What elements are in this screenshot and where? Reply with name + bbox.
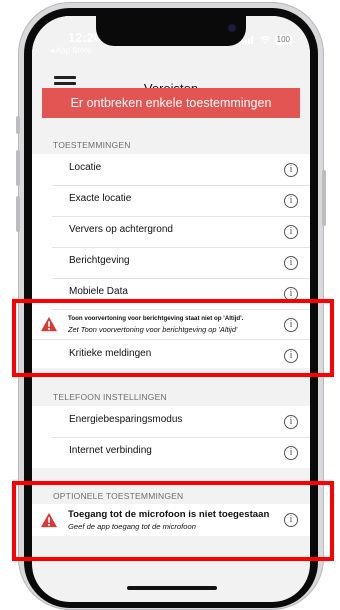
row-label: Exacte locatie bbox=[69, 193, 132, 204]
signal-icon bbox=[241, 36, 256, 44]
row-label: Internet verbinding bbox=[69, 445, 152, 456]
warning-subtitle: Zet Toon voorvertoning voor berichtgevin… bbox=[68, 325, 238, 334]
power-button bbox=[322, 170, 326, 226]
volume-down-button bbox=[16, 196, 20, 232]
back-to-app-link[interactable]: ◂ App Store bbox=[50, 46, 91, 55]
info-icon[interactable]: i bbox=[284, 225, 298, 239]
info-icon[interactable]: i bbox=[284, 513, 298, 527]
wifi-icon bbox=[260, 36, 271, 44]
missing-permissions-banner: Er ontbreken enkele toestemmingen bbox=[42, 88, 300, 118]
section-header-optional: OPTIONELE TOESTEMMINGEN bbox=[53, 491, 184, 501]
section-header-phone-settings: TELEFOON INSTELLINGEN bbox=[53, 392, 167, 402]
setting-row-internet[interactable]: Internet verbinding i bbox=[52, 437, 310, 468]
row-label: Ververs op achtergrond bbox=[69, 224, 173, 235]
info-icon[interactable]: i bbox=[284, 163, 298, 177]
warning-icon bbox=[41, 316, 57, 332]
permission-row-background-refresh[interactable]: Ververs op achtergrond i bbox=[52, 216, 310, 248]
permissions-list: Locatie i Exacte locatie i Ververs op ac… bbox=[32, 154, 310, 368]
info-icon[interactable]: i bbox=[284, 446, 298, 460]
row-label: Kritieke meldingen bbox=[69, 348, 152, 359]
setting-row-power-saving[interactable]: Energiebesparingsmodus i bbox=[52, 406, 310, 438]
info-icon[interactable]: i bbox=[284, 349, 298, 363]
info-icon[interactable]: i bbox=[284, 194, 298, 208]
warning-icon bbox=[41, 512, 57, 528]
info-icon[interactable]: i bbox=[284, 256, 298, 270]
row-label: Berichtgeving bbox=[69, 255, 130, 266]
camera-icon bbox=[228, 24, 236, 32]
permission-row-preview-warning[interactable]: Toon voorvertoning voor berichtgeving st… bbox=[32, 309, 310, 340]
row-label: Energiebesparingsmodus bbox=[69, 414, 183, 425]
row-label: Locatie bbox=[69, 162, 102, 173]
info-icon[interactable]: i bbox=[284, 318, 298, 332]
app-screen: 12:20 ◂ App Store 100 Vereisten Er ontbr… bbox=[32, 16, 310, 602]
permission-row-notifications[interactable]: Berichtgeving i bbox=[52, 247, 310, 279]
optional-row-microphone[interactable]: Toegang tot de microfoon is niet toegest… bbox=[32, 504, 310, 536]
mute-switch bbox=[16, 116, 20, 134]
optional-list: Toegang tot de microfoon is niet toegest… bbox=[32, 504, 310, 536]
warning-title: Toon voorvertoning voor berichtgeving st… bbox=[68, 315, 244, 322]
warning-subtitle: Geef de app toegang tot de microfoon bbox=[68, 522, 196, 531]
status-bar: 12:20 ◂ App Store 100 bbox=[32, 16, 310, 60]
permission-row-critical-alerts[interactable]: Kritieke meldingen i bbox=[52, 340, 310, 371]
status-icons: 100 bbox=[241, 35, 292, 45]
notch bbox=[96, 16, 246, 46]
volume-up-button bbox=[16, 150, 20, 186]
section-header-permissions: TOESTEMMINGEN bbox=[53, 140, 131, 150]
battery-icon: 100 bbox=[274, 35, 292, 45]
info-icon[interactable]: i bbox=[284, 415, 298, 429]
permission-row-location[interactable]: Locatie i bbox=[52, 154, 310, 186]
permission-row-exact-location[interactable]: Exacte locatie i bbox=[52, 185, 310, 217]
permission-row-mobile-data[interactable]: Mobiele Data i bbox=[52, 278, 310, 310]
phone-settings-list: Energiebesparingsmodus i Internet verbin… bbox=[32, 406, 310, 468]
warning-title: Toegang tot de microfoon is niet toegest… bbox=[68, 509, 270, 520]
home-indicator bbox=[127, 586, 217, 590]
row-label: Mobiele Data bbox=[69, 286, 128, 297]
info-icon[interactable]: i bbox=[284, 287, 298, 301]
